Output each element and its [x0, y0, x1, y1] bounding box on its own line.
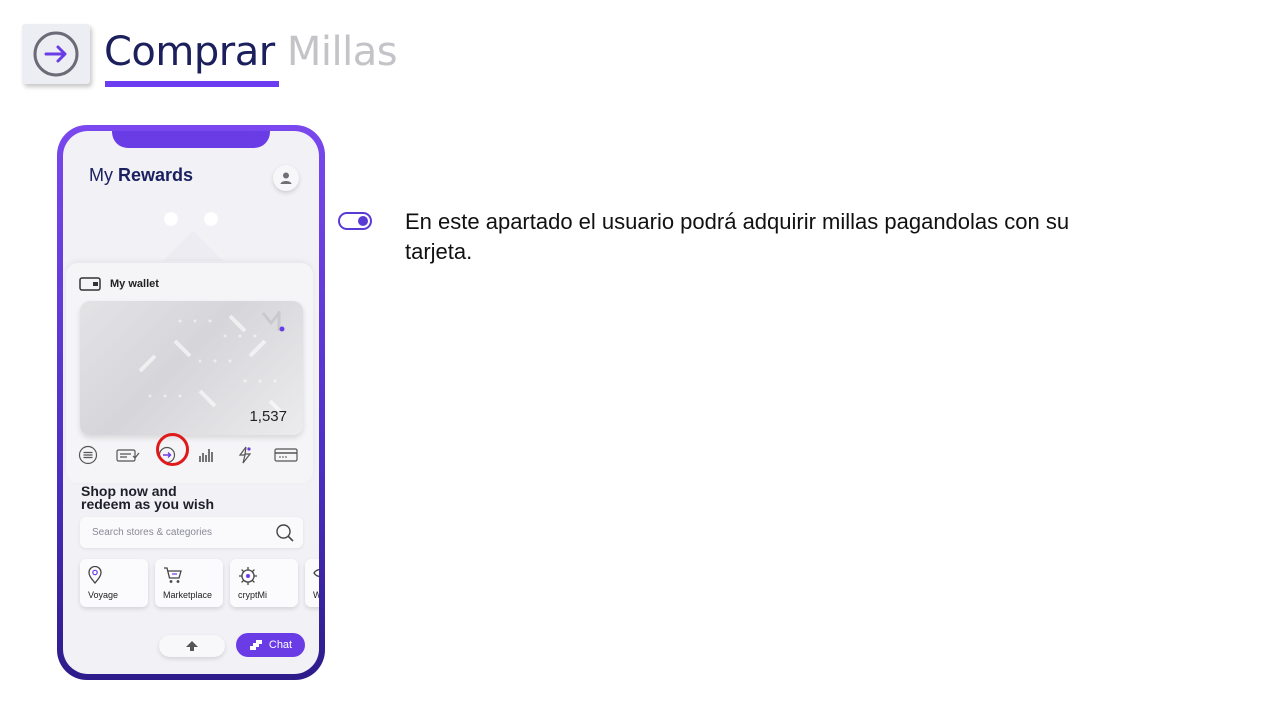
arrow-right-circle-icon — [33, 31, 79, 77]
highlight-ring — [156, 433, 189, 466]
decorative-shape-icon — [163, 212, 223, 261]
description-text: En este apartado el usuario podrá adquir… — [405, 209, 1070, 264]
location-pin-icon — [88, 566, 102, 584]
action-row — [76, 443, 308, 467]
chat-label: Chat — [268, 639, 293, 651]
eye-icon — [313, 568, 319, 578]
wallet-icon — [79, 277, 101, 291]
action-menu[interactable] — [76, 443, 100, 467]
credit-card-icon — [274, 448, 298, 462]
app-title: My Rewards — [89, 165, 193, 186]
action-card[interactable] — [272, 443, 300, 467]
category-label: cryptMi — [238, 590, 267, 600]
app-title-light: My — [89, 165, 113, 185]
gear-badge-icon — [239, 567, 257, 585]
menu-icon — [78, 445, 98, 465]
shop-title-line2: redeem as you wish — [81, 496, 215, 512]
page-title-primary: Comprar — [104, 29, 275, 75]
card-logo-icon — [261, 311, 285, 332]
cart-icon — [164, 567, 182, 583]
toggle-icon — [338, 212, 372, 230]
phone-notch — [112, 131, 270, 148]
page-title: Comprar Millas — [104, 28, 398, 76]
search-icon[interactable] — [275, 523, 295, 543]
category-label: Voyage — [88, 590, 119, 600]
card-balance: 1,537 — [249, 408, 287, 425]
chart-bars-icon — [199, 449, 213, 462]
action-card-check[interactable] — [116, 443, 140, 467]
category-cryptmi[interactable]: cryptMi — [230, 559, 298, 607]
shop-title: Shop now and redeem as you wish — [81, 484, 215, 512]
wallet-label: My wallet — [110, 278, 159, 290]
card-check-icon — [116, 449, 140, 462]
category-list: Voyage Marketplace cryptMi W — [80, 559, 319, 607]
user-icon — [280, 172, 292, 184]
page-title-secondary: Millas — [286, 29, 398, 75]
phone-screen: My Rewards My wallet 1,537 Shop now and … — [63, 131, 319, 674]
chevron-up-icon — [186, 641, 198, 651]
action-transfer[interactable] — [233, 443, 257, 467]
rewards-card[interactable]: 1,537 — [80, 301, 303, 435]
profile-button[interactable] — [273, 165, 299, 191]
scroll-up-button[interactable] — [159, 635, 225, 657]
search-input[interactable]: Search stores & categories — [80, 517, 303, 548]
category-marketplace[interactable]: Marketplace — [155, 559, 223, 607]
title-underline — [105, 81, 279, 87]
transfer-icon — [238, 446, 252, 464]
search-placeholder: Search stores & categories — [92, 527, 213, 538]
header-icon-box — [22, 24, 90, 84]
category-label: W — [313, 590, 319, 600]
category-partial[interactable]: W — [305, 559, 319, 607]
chat-icon — [249, 640, 262, 650]
app-title-bold: Rewards — [118, 165, 194, 185]
phone-mockup: My Rewards My wallet 1,537 Shop now and … — [57, 125, 325, 680]
category-voyage[interactable]: Voyage — [80, 559, 148, 607]
chat-button[interactable]: Chat — [236, 633, 305, 657]
action-stats[interactable] — [194, 443, 218, 467]
category-label: Marketplace — [163, 590, 213, 600]
